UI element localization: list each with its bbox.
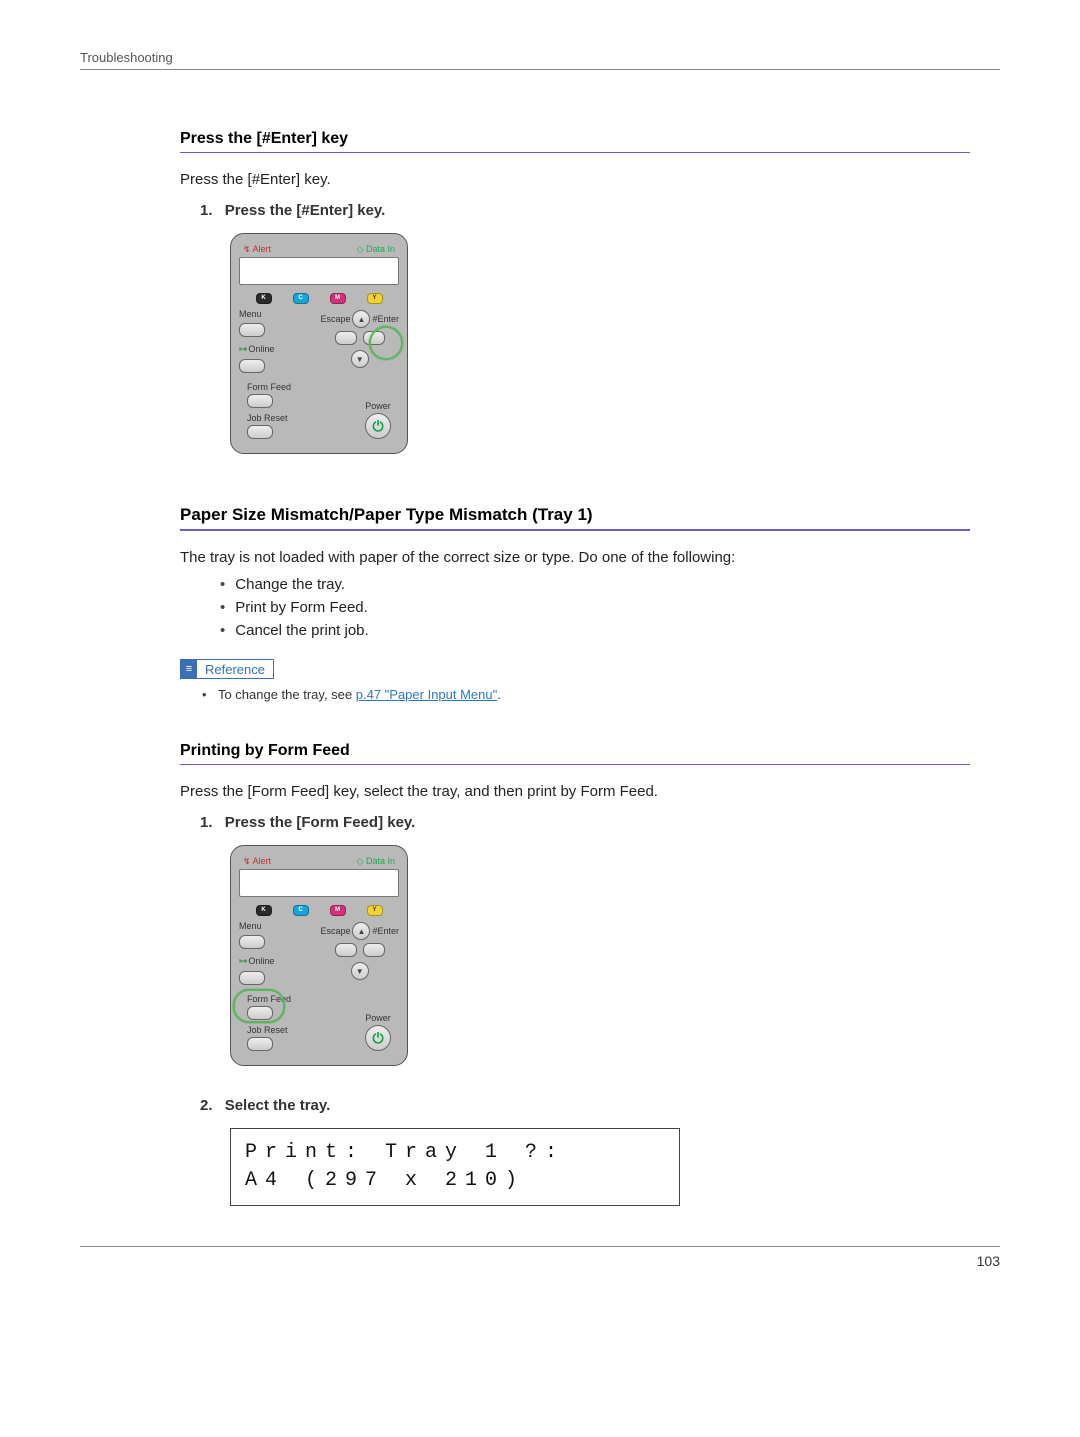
job-reset-button[interactable] [247, 425, 273, 439]
up-arrow-button[interactable]: ▲ [352, 922, 370, 940]
bullet-change-tray: Change the tray. [220, 576, 970, 593]
lcd-display-box: Print: Tray 1 ?: A4 (297 x 210) [230, 1128, 680, 1206]
enter-label: #Enter [372, 315, 399, 324]
step-number: 1. [200, 814, 213, 831]
toner-k-indicator: K [256, 905, 272, 916]
toner-c-indicator: C [293, 905, 309, 916]
toner-c-indicator: C [293, 293, 309, 304]
step-number: 1. [200, 202, 213, 219]
menu-label: Menu [239, 310, 274, 319]
toner-y-indicator: Y [367, 293, 383, 304]
mismatch-options-list: Change the tray. Print by Form Feed. Can… [220, 576, 970, 639]
step-text: Select the tray. [225, 1097, 331, 1114]
enter-button[interactable] [363, 331, 385, 345]
step-text: Press the [#Enter] key. [225, 202, 386, 219]
bullet-form-feed: Print by Form Feed. [220, 599, 970, 616]
power-label: Power [365, 1014, 391, 1023]
down-arrow-button[interactable]: ▼ [351, 350, 369, 368]
lcd-screen [239, 257, 399, 285]
text-mismatch-intro: The tray is not loaded with paper of the… [180, 549, 970, 566]
toner-y-indicator: Y [367, 905, 383, 916]
figure-code [230, 1068, 972, 1077]
enter-label: #Enter [372, 927, 399, 936]
escape-button[interactable] [335, 331, 357, 345]
online-label: Online [239, 957, 274, 967]
step-text: Press the [Form Feed] key. [225, 814, 416, 831]
job-reset-label: Job Reset [247, 1026, 291, 1035]
escape-label: Escape [320, 927, 350, 936]
text-form-feed-intro: Press the [Form Feed] key, select the tr… [180, 783, 970, 800]
escape-label: Escape [320, 315, 350, 324]
toner-m-indicator: M [330, 905, 346, 916]
reference-icon: ≡ [181, 660, 197, 678]
toner-m-indicator: M [330, 293, 346, 304]
lcd-line-2: A4 (297 x 210) [245, 1167, 665, 1195]
page-number: 103 [80, 1246, 1000, 1269]
lcd-line-1: Print: Tray 1 ?: [245, 1139, 665, 1167]
alert-indicator: ↯ Alert [243, 856, 271, 867]
reference-item: To change the tray, see p.47 "Paper Inpu… [202, 687, 970, 702]
toner-k-indicator: K [256, 293, 272, 304]
heading-printing-form-feed: Printing by Form Feed [180, 742, 970, 765]
online-button[interactable] [239, 359, 265, 373]
bullet-cancel-job: Cancel the print job. [220, 622, 970, 639]
control-panel-figure-formfeed: ↯ Alert ◇ Data In K C M Y Menu Online [230, 845, 970, 1077]
reference-link[interactable]: p.47 "Paper Input Menu" [356, 687, 498, 702]
down-arrow-button[interactable]: ▼ [351, 962, 369, 980]
heading-paper-mismatch: Paper Size Mismatch/Paper Type Mismatch … [180, 505, 970, 531]
lcd-screen [239, 869, 399, 897]
reference-label: Reference [197, 662, 273, 677]
form-feed-button[interactable] [247, 1006, 273, 1020]
up-arrow-button[interactable]: ▲ [352, 310, 370, 328]
job-reset-label: Job Reset [247, 414, 291, 423]
breadcrumb: Troubleshooting [80, 50, 1000, 70]
text-press-enter-intro: Press the [#Enter] key. [180, 171, 970, 188]
job-reset-button[interactable] [247, 1037, 273, 1051]
online-button[interactable] [239, 971, 265, 985]
figure-code [230, 456, 972, 465]
menu-button[interactable] [239, 935, 265, 949]
enter-button[interactable] [363, 943, 385, 957]
heading-press-enter: Press the [#Enter] key [180, 130, 970, 153]
step-number: 2. [200, 1097, 213, 1114]
alert-indicator: ↯ Alert [243, 244, 271, 255]
power-label: Power [365, 402, 391, 411]
control-panel-figure-enter: ↯ Alert ◇ Data In K C M Y Menu Online [230, 233, 970, 465]
data-in-indicator: ◇ Data In [357, 244, 395, 255]
form-feed-button[interactable] [247, 394, 273, 408]
menu-label: Menu [239, 922, 274, 931]
menu-button[interactable] [239, 323, 265, 337]
data-in-indicator: ◇ Data In [357, 856, 395, 867]
form-feed-label: Form Feed [247, 383, 291, 392]
form-feed-label: Form Feed [247, 995, 291, 1004]
power-button[interactable]: ⏻ [365, 413, 391, 439]
online-label: Online [239, 345, 274, 355]
escape-button[interactable] [335, 943, 357, 957]
reference-badge: ≡ Reference [180, 659, 274, 679]
power-button[interactable]: ⏻ [365, 1025, 391, 1051]
